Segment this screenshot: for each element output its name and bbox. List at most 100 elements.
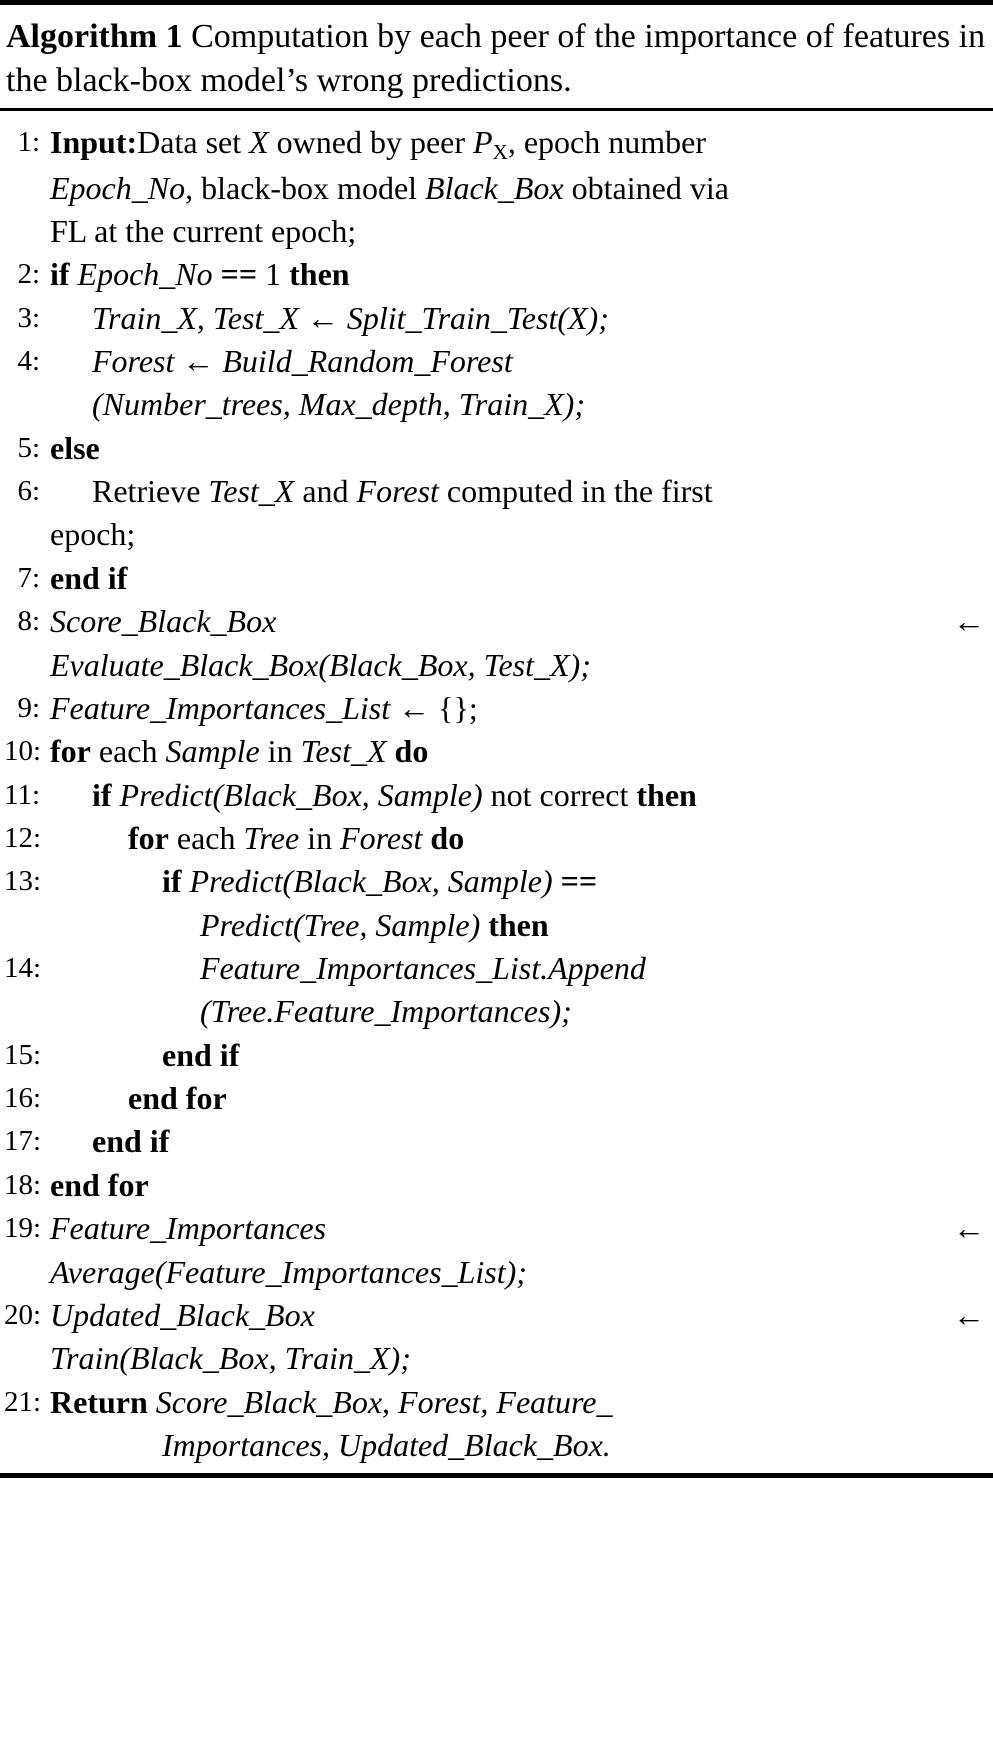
algorithm-line-18: 18: end for	[4, 1164, 989, 1207]
line-segment: Score_Black_Box ←	[50, 600, 989, 643]
function-split-train-test: Split_Train_Test	[346, 299, 558, 336]
text: in	[259, 733, 301, 770]
line-segment: for each Tree in Forest do	[50, 817, 989, 860]
variable-epoch-no: Epoch_No	[50, 169, 186, 206]
variable-score-black-box: Score_Black_Box	[50, 603, 277, 640]
algorithm-line-21: 21: Return Score_Black_Box, Forest, Feat…	[4, 1381, 989, 1468]
assign-arrow-icon: ←	[953, 603, 985, 640]
line-number: 13:	[4, 865, 42, 898]
variable-peer: P	[473, 124, 493, 161]
separator: ,	[431, 863, 448, 900]
argument-black-box: Black_Box	[293, 863, 432, 900]
line-continuation: FL at the current epoch;	[50, 212, 357, 249]
variable-feature-importances-list: Feature_Importances_List	[50, 689, 391, 726]
line-content: end if	[50, 557, 989, 600]
operator-equals: ==	[560, 863, 598, 900]
function-predict: Predict	[119, 776, 213, 813]
paren-close: )	[542, 863, 553, 900]
line-continuation: Evaluate_Black_Box(Black_Box, Test_X);	[50, 644, 989, 687]
algorithm-line-2: 2: if Epoch_No == 1 then	[4, 253, 989, 296]
separator: ,	[196, 299, 213, 336]
line-number: 5:	[17, 431, 40, 464]
assign-arrow-icon: ←	[953, 1296, 985, 1333]
line-content: if Epoch_No == 1 then	[50, 253, 989, 296]
argument-train-x: Train_X	[458, 386, 564, 423]
line-content: end for	[50, 1077, 989, 1120]
line-number: 14:	[4, 952, 42, 985]
assign-arrow-icon: ←	[398, 689, 431, 726]
text: , black-box model	[185, 169, 426, 206]
separator: ,	[282, 386, 299, 423]
variable-updated-black-box: Updated_Black_Box	[50, 1296, 315, 1333]
line-segment: Retrieve Test_X and Forest computed in t…	[50, 470, 989, 513]
paren-close: );	[569, 646, 591, 683]
algorithm-label: Algorithm 1	[6, 18, 183, 55]
line-continuation: Epoch_No, black-box model Black_Box obta…	[50, 167, 989, 210]
keyword-then: then	[488, 906, 549, 943]
assign-arrow-icon: ←	[306, 299, 339, 336]
line-continuation: Importances, Updated_Black_Box.	[50, 1424, 989, 1467]
line-content: Feature_Importances ← Average(Feature_Imp…	[50, 1207, 989, 1294]
variable-black-box: Black_Box	[425, 169, 564, 206]
line-content: Return Score_Black_Box, Forest, Feature_…	[50, 1381, 989, 1468]
paren-open: (	[154, 1253, 166, 1290]
line-segment: if Predict(Black_Box, Sample) not correc…	[50, 774, 989, 817]
line-segment: Input:Data set X owned by peer PX, epoch…	[50, 121, 989, 167]
keyword-for: for	[128, 819, 169, 856]
algorithm-line-15: 15: end if	[4, 1034, 989, 1077]
line-content: if Predict(Black_Box, Sample) == Predict…	[50, 860, 989, 947]
line-segment: Updated_Black_Box ←	[50, 1294, 989, 1337]
line-content: end for	[50, 1164, 989, 1207]
function-train: Train	[50, 1340, 120, 1377]
line-number: 7:	[17, 561, 40, 594]
algorithm-line-12: 12: for each Tree in Forest do	[4, 817, 989, 860]
line-segment: Feature_Importances_List ← {};	[50, 687, 989, 730]
line-content: if Predict(Black_Box, Sample) not correc…	[50, 774, 989, 817]
argument-number-trees: Number_trees	[102, 386, 283, 423]
keyword-else: else	[50, 429, 100, 466]
argument-max-depth: Max_depth	[298, 386, 443, 423]
argument-sample: Sample	[375, 906, 470, 943]
argument-sample: Sample	[447, 863, 542, 900]
line-number: 3:	[17, 301, 40, 334]
algorithm-figure: Algorithm 1 Computation by each peer of …	[0, 0, 993, 1744]
line-content: Retrieve Test_X and Forest computed in t…	[50, 470, 989, 557]
algorithm-line-11: 11: if Predict(Black_Box, Sample) not co…	[4, 774, 989, 817]
return-value-forest: Forest	[398, 1383, 481, 1420]
paren-close: );	[550, 993, 572, 1030]
line-content: Feature_Importances_List ← {};	[50, 687, 989, 730]
line-content: Feature_Importances_List.Append (Tree.Fe…	[50, 947, 989, 1034]
algorithm-line-16: 16: end for	[4, 1077, 989, 1120]
paren-close: );	[505, 1253, 527, 1290]
line-number: 4:	[17, 344, 40, 377]
argument-tree-feature-importances: Tree.Feature_Importances	[210, 993, 551, 1030]
algorithm-line-19: 19: Feature_Importances ← Average(Feature…	[4, 1207, 989, 1294]
line-number: 2:	[17, 258, 40, 291]
variable-epoch-no: Epoch_No	[77, 256, 213, 293]
line-segment: if Predict(Black_Box, Sample) ==	[50, 860, 989, 903]
line-continuation: (Tree.Feature_Importances);	[50, 990, 989, 1033]
assign-arrow-icon: ←	[953, 1210, 985, 1247]
function-average: Average	[50, 1253, 155, 1290]
line-content: Input:Data set X owned by peer PX, epoch…	[50, 121, 989, 253]
algorithm-line-1: 1: Input:Data set X owned by peer PX, ep…	[4, 121, 989, 253]
text: in	[299, 819, 341, 856]
arguments: (X);	[557, 299, 609, 336]
operator-equals: ==	[220, 256, 258, 293]
line-number: 6:	[17, 475, 40, 508]
line-number: 9:	[17, 691, 40, 724]
line-content: end if	[50, 1034, 989, 1077]
line-segment: Forest ← Build_Random_Forest	[50, 340, 989, 383]
line-content: else	[50, 427, 989, 470]
algorithm-line-20: 20: Updated_Black_Box ← Train(Black_Box, …	[4, 1294, 989, 1381]
argument-black-box: Black_Box	[328, 646, 468, 683]
keyword-for: for	[50, 733, 91, 770]
algorithm-line-14: 14: Feature_Importances_List.Append (Tre…	[4, 947, 989, 1034]
line-continuation: Predict(Tree, Sample) then	[50, 904, 989, 947]
variable-tree: Tree	[243, 819, 300, 856]
algorithm-line-6: 6: Retrieve Test_X and Forest computed i…	[4, 470, 989, 557]
line-segment: for each Sample in Test_X do	[50, 730, 989, 773]
function-build-random-forest: Build_Random_Forest	[222, 342, 513, 379]
line-continuation: Train(Black_Box, Train_X);	[50, 1337, 989, 1380]
number-one: 1	[265, 256, 282, 293]
